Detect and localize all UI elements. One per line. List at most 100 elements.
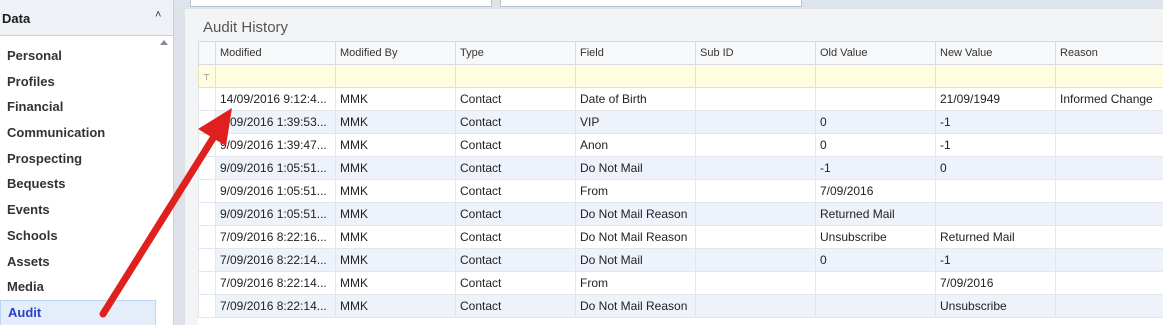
row-indicator[interactable] bbox=[198, 271, 216, 295]
cell-modified-by[interactable]: MMK bbox=[335, 133, 456, 157]
sidebar-item-schools[interactable]: Schools bbox=[0, 223, 173, 249]
cell-new-value[interactable]: -1 bbox=[935, 248, 1056, 272]
cell-sub-id[interactable] bbox=[695, 156, 816, 180]
cell-type[interactable]: Contact bbox=[455, 133, 576, 157]
cell-old-value[interactable]: 0 bbox=[815, 248, 936, 272]
cell-modified-by[interactable]: MMK bbox=[335, 294, 456, 318]
cell-field[interactable]: Do Not Mail bbox=[575, 248, 696, 272]
table-row[interactable]: 7/09/2016 8:22:16... MMK Contact Do Not Mai… bbox=[198, 225, 1163, 249]
cell-modified[interactable]: 7/09/2016 8:22:14... bbox=[215, 248, 336, 272]
row-indicator[interactable] bbox=[198, 294, 216, 318]
cell-modified[interactable]: 7/09/2016 8:22:14... bbox=[215, 294, 336, 318]
cell-type[interactable]: Contact bbox=[455, 179, 576, 203]
table-row[interactable]: 14/09/2016 9:12:4... MMK Contact Date of Bi… bbox=[198, 87, 1163, 111]
cell-modified-by[interactable]: MMK bbox=[335, 110, 456, 134]
cell-modified-by[interactable]: MMK bbox=[335, 271, 456, 295]
cell-reason[interactable]: Informed Change bbox=[1055, 87, 1163, 111]
cell-type[interactable]: Contact bbox=[455, 156, 576, 180]
row-indicator[interactable] bbox=[198, 248, 216, 272]
cell-new-value[interactable]: Unsubscribe bbox=[935, 294, 1056, 318]
cell-new-value[interactable]: 21/09/1949 bbox=[935, 87, 1056, 111]
cell-modified[interactable]: 9/09/2016 1:39:47... bbox=[215, 133, 336, 157]
cell-old-value[interactable]: Unsubscribe bbox=[815, 225, 936, 249]
filter-cell-new-value[interactable] bbox=[935, 64, 1056, 88]
filter-cell-modified-by[interactable] bbox=[335, 64, 456, 88]
cell-type[interactable]: Contact bbox=[455, 294, 576, 318]
cell-sub-id[interactable] bbox=[695, 179, 816, 203]
filter-cell-field[interactable] bbox=[575, 64, 696, 88]
cell-field[interactable]: From bbox=[575, 271, 696, 295]
cell-sub-id[interactable] bbox=[695, 202, 816, 226]
cell-sub-id[interactable] bbox=[695, 225, 816, 249]
table-row[interactable]: 9/09/2016 1:39:53... MMK Contact VIP 0 -1 bbox=[198, 110, 1163, 134]
cell-modified[interactable]: 9/09/2016 1:05:51... bbox=[215, 202, 336, 226]
cell-modified-by[interactable]: MMK bbox=[335, 225, 456, 249]
cell-sub-id[interactable] bbox=[695, 87, 816, 111]
table-row[interactable]: 9/09/2016 1:39:47... MMK Contact Anon 0 -1 bbox=[198, 133, 1163, 157]
table-row[interactable]: 7/09/2016 8:22:14... MMK Contact From 7/09/2… bbox=[198, 271, 1163, 295]
cell-field[interactable]: From bbox=[575, 179, 696, 203]
column-header-type[interactable]: Type bbox=[455, 41, 576, 65]
cell-modified[interactable]: 7/09/2016 8:22:16... bbox=[215, 225, 336, 249]
cell-field[interactable]: Do Not Mail Reason bbox=[575, 225, 696, 249]
cell-modified-by[interactable]: MMK bbox=[335, 248, 456, 272]
cell-new-value[interactable]: -1 bbox=[935, 133, 1056, 157]
cell-new-value[interactable] bbox=[935, 202, 1056, 226]
cell-old-value[interactable] bbox=[815, 271, 936, 295]
filter-cell-modified[interactable] bbox=[215, 64, 336, 88]
sidebar-item-media[interactable]: Media bbox=[0, 274, 173, 300]
row-indicator[interactable] bbox=[198, 87, 216, 111]
top-input-box-1[interactable] bbox=[190, 0, 492, 7]
cell-type[interactable]: Contact bbox=[455, 87, 576, 111]
cell-old-value[interactable]: 7/09/2016 bbox=[815, 179, 936, 203]
sidebar-item-events[interactable]: Events bbox=[0, 197, 173, 223]
cell-type[interactable]: Contact bbox=[455, 248, 576, 272]
table-row[interactable]: 9/09/2016 1:05:51... MMK Contact From 7/09/2… bbox=[198, 179, 1163, 203]
filter-cell-type[interactable] bbox=[455, 64, 576, 88]
sidebar-item-profiles[interactable]: Profiles bbox=[0, 69, 173, 95]
cell-field[interactable]: Do Not Mail bbox=[575, 156, 696, 180]
collapse-chevron-icon[interactable]: ˄ bbox=[155, 9, 161, 21]
sidebar-item-bequests[interactable]: Bequests bbox=[0, 171, 173, 197]
column-header-modified[interactable]: Modified bbox=[215, 41, 336, 65]
top-input-box-2[interactable] bbox=[500, 0, 802, 7]
cell-old-value[interactable] bbox=[815, 87, 936, 111]
cell-modified-by[interactable]: MMK bbox=[335, 87, 456, 111]
cell-field[interactable]: Do Not Mail Reason bbox=[575, 202, 696, 226]
cell-type[interactable]: Contact bbox=[455, 225, 576, 249]
filter-cell-reason[interactable] bbox=[1055, 64, 1163, 88]
cell-sub-id[interactable] bbox=[695, 271, 816, 295]
cell-reason[interactable] bbox=[1055, 133, 1163, 157]
cell-field[interactable]: VIP bbox=[575, 110, 696, 134]
column-header-old-value[interactable]: Old Value bbox=[815, 41, 936, 65]
cell-old-value[interactable]: 0 bbox=[815, 133, 936, 157]
sidebar-item-communication[interactable]: Communication bbox=[0, 120, 173, 146]
table-row[interactable]: 7/09/2016 8:22:14... MMK Contact Do Not Mai… bbox=[198, 294, 1163, 318]
table-row[interactable]: 9/09/2016 1:05:51... MMK Contact Do Not Mai… bbox=[198, 156, 1163, 180]
cell-old-value[interactable]: Returned Mail bbox=[815, 202, 936, 226]
cell-reason[interactable] bbox=[1055, 271, 1163, 295]
filter-cell-sub-id[interactable] bbox=[695, 64, 816, 88]
table-row[interactable]: 9/09/2016 1:05:51... MMK Contact Do Not Mai… bbox=[198, 202, 1163, 226]
cell-field[interactable]: Do Not Mail Reason bbox=[575, 294, 696, 318]
cell-new-value[interactable]: 0 bbox=[935, 156, 1056, 180]
filter-cell-old-value[interactable] bbox=[815, 64, 936, 88]
column-header-field[interactable]: Field bbox=[575, 41, 696, 65]
cell-reason[interactable] bbox=[1055, 248, 1163, 272]
cell-modified-by[interactable]: MMK bbox=[335, 156, 456, 180]
cell-reason[interactable] bbox=[1055, 202, 1163, 226]
row-indicator[interactable] bbox=[198, 110, 216, 134]
cell-sub-id[interactable] bbox=[695, 294, 816, 318]
sidebar-item-audit[interactable]: Audit bbox=[0, 299, 156, 325]
cell-modified-by[interactable]: MMK bbox=[335, 202, 456, 226]
sidebar-header[interactable]: Data ˄ bbox=[0, 0, 173, 36]
cell-old-value[interactable] bbox=[815, 294, 936, 318]
cell-type[interactable]: Contact bbox=[455, 271, 576, 295]
cell-type[interactable]: Contact bbox=[455, 202, 576, 226]
sidebar-item-personal[interactable]: Personal bbox=[0, 43, 173, 69]
column-header-sub-id[interactable]: Sub ID bbox=[695, 41, 816, 65]
cell-type[interactable]: Contact bbox=[455, 110, 576, 134]
cell-sub-id[interactable] bbox=[695, 110, 816, 134]
sidebar-item-assets[interactable]: Assets bbox=[0, 249, 173, 275]
cell-new-value[interactable]: Returned Mail bbox=[935, 225, 1056, 249]
